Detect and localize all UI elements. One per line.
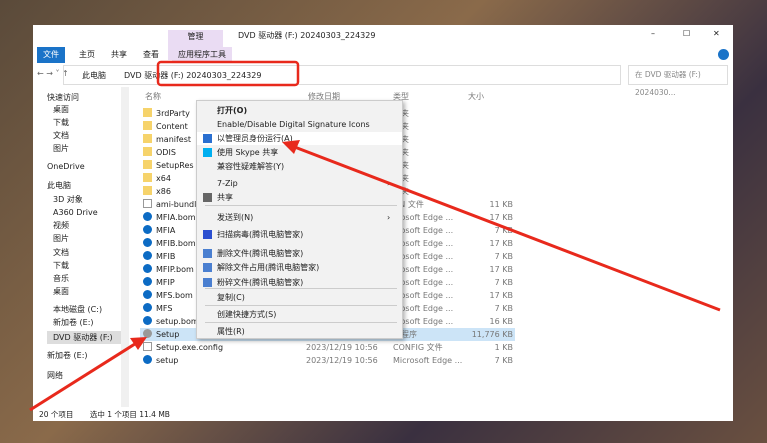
annotation-overlay <box>29 60 721 412</box>
arrow-to-setup <box>29 340 139 412</box>
address-highlight-box <box>156 60 300 87</box>
arrowhead-icon <box>130 337 147 350</box>
arrow-to-run-as-admin <box>291 144 721 312</box>
